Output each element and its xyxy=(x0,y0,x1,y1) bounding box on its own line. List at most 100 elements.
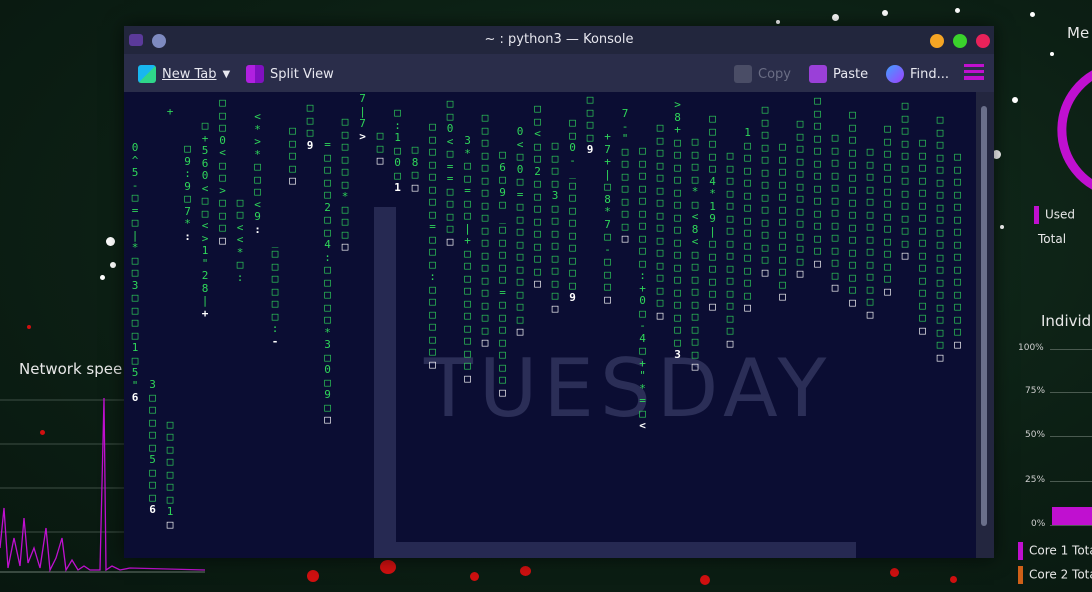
matrix-glyph: 5 xyxy=(201,144,209,157)
hamburger-menu-button[interactable] xyxy=(964,64,984,80)
matrix-glyph: □ xyxy=(534,277,541,290)
matrix-glyph: □ xyxy=(481,336,489,349)
matrix-glyph: □ xyxy=(954,337,961,351)
find-button[interactable]: Find... xyxy=(886,65,949,83)
matrix-glyph: □ xyxy=(464,284,471,297)
matrix-glyph xyxy=(165,256,175,269)
blood-splatter xyxy=(470,572,479,581)
matrix-glyph: □ xyxy=(411,168,419,181)
matrix-glyph: □ xyxy=(604,292,611,306)
matrix-glyph xyxy=(235,184,245,197)
matrix-glyph: □ xyxy=(884,222,891,235)
matrix-glyph: □ xyxy=(131,266,139,279)
matrix-glyph: □ xyxy=(691,260,699,273)
matrix-glyph: □ xyxy=(919,161,926,174)
matrix-glyph: □ xyxy=(726,199,734,212)
matrix-glyph: □ xyxy=(796,192,804,205)
terminal-area[interactable]: TUESDAY 0 ^ 5- □ = □ | * □ □ 3 □ □ □ □ 1 □ 5 " 6 3 □ □ □ □ □ 5 □ □ □… xyxy=(124,92,976,558)
matrix-glyph xyxy=(165,281,175,294)
matrix-glyph xyxy=(130,117,140,130)
matrix-glyph: □ xyxy=(814,256,821,270)
matrix-glyph: □ xyxy=(306,126,314,139)
core2-swatch xyxy=(1018,566,1023,584)
maximize-button[interactable] xyxy=(953,34,967,48)
matrix-glyph: □ xyxy=(831,156,839,169)
matrix-glyph: □ xyxy=(446,234,454,248)
copy-button[interactable]: Copy xyxy=(734,65,791,83)
matrix-glyph: □ xyxy=(429,295,436,308)
matrix-glyph: 5 xyxy=(131,166,139,179)
matrix-glyph: □ xyxy=(376,154,384,167)
matrix-column: □ □ □ □ □ 4 * 1 9 | □ □ □ □ □ □ xyxy=(708,112,718,313)
matrix-glyph: + xyxy=(166,105,174,118)
scrollbar[interactable] xyxy=(976,92,994,558)
matrix-glyph: 0 xyxy=(394,156,401,169)
find-label: Find... xyxy=(910,66,950,82)
matrix-glyph: 9 xyxy=(254,210,261,223)
matrix-glyph xyxy=(165,181,175,194)
matrix-column: □ □ □ □ □ □ □ □ = □ □ □: □ □ □ □ □ □ □ xyxy=(428,120,438,371)
memory-widget-title: Me xyxy=(1067,24,1090,42)
matrix-glyph: 3 xyxy=(149,378,156,391)
cpu-legend-core2: Core 2 Tota xyxy=(1018,566,1092,584)
snow-particle xyxy=(776,20,780,24)
matrix-glyph: □ xyxy=(726,274,734,287)
konsole-window[interactable]: ~ : python3 — Konsole New Tab ▼ Split Vi… xyxy=(124,26,994,558)
matrix-glyph: □ xyxy=(901,224,909,237)
matrix-glyph: □ xyxy=(831,256,839,269)
blood-splatter xyxy=(307,570,319,582)
matrix-glyph xyxy=(270,198,280,211)
matrix-glyph: > xyxy=(359,129,366,143)
blood-splatter xyxy=(700,575,710,585)
matrix-column: 0 ^ 5- □ = □ | * □ □ 3 □ □ □ □ 1 □ 5 " 6 xyxy=(130,92,140,405)
title-bar[interactable]: ~ : python3 — Konsole xyxy=(124,26,994,54)
matrix-glyph: □ xyxy=(516,150,524,163)
matrix-glyph: □ xyxy=(779,190,786,203)
matrix-glyph: □ xyxy=(866,270,874,283)
matrix-glyph: □ xyxy=(884,247,891,260)
split-view-button[interactable]: Split View xyxy=(246,65,334,83)
matrix-glyph: " xyxy=(639,369,646,382)
matrix-column: □ □ □ □ □ □ □ □ □ □ □ □ □ □ □ □ xyxy=(953,150,963,351)
matrix-glyph: □ xyxy=(709,137,716,150)
matrix-glyph: □ xyxy=(779,140,786,153)
close-button[interactable] xyxy=(976,34,990,48)
matrix-glyph: □ xyxy=(814,219,821,232)
matrix-glyph: □ xyxy=(481,286,489,299)
matrix-glyph: □ xyxy=(936,188,944,201)
matrix-glyph: □ xyxy=(884,147,891,160)
matrix-column: □ 9:9 □ 7 *: xyxy=(183,142,193,243)
matrix-glyph: □ xyxy=(849,295,856,309)
matrix-glyph: □ xyxy=(919,286,926,299)
matrix-glyph: □ xyxy=(481,236,489,249)
matrix-column: 3 * □ □ = □ □ | + □ □ □ □ □ □ □ □ □ □ □ xyxy=(463,134,473,385)
matrix-glyph: □ xyxy=(919,323,926,337)
matrix-glyph: 7 xyxy=(359,92,366,105)
blood-splatter xyxy=(380,560,396,574)
scrollbar-thumb[interactable] xyxy=(981,106,987,526)
matrix-glyph: □ xyxy=(481,261,489,274)
matrix-glyph: □ xyxy=(849,258,856,271)
matrix-glyph: - xyxy=(639,319,646,332)
matrix-glyph: □ xyxy=(271,247,279,260)
matrix-glyph: □ xyxy=(726,149,734,162)
memory-legend-total: Total xyxy=(1038,232,1066,246)
matrix-glyph: □ xyxy=(166,480,174,493)
minimize-button[interactable] xyxy=(930,34,944,48)
matrix-glyph: □ xyxy=(866,170,874,183)
matrix-column: □ □ □ □ 9 xyxy=(585,93,595,157)
new-tab-button[interactable]: New Tab ▼ xyxy=(138,65,230,83)
tick-75: 75% xyxy=(1025,386,1046,396)
matrix-glyph: □ xyxy=(936,163,944,176)
paste-button[interactable]: Paste xyxy=(809,65,868,83)
matrix-glyph: □ xyxy=(779,265,786,278)
matrix-glyph: □ xyxy=(709,112,716,125)
matrix-glyph: □ xyxy=(849,208,856,221)
chevron-down-icon[interactable]: ▼ xyxy=(223,69,231,80)
matrix-glyph: □ xyxy=(534,202,541,215)
matrix-glyph: □ xyxy=(516,325,524,338)
network-widget-title: Network spee xyxy=(19,360,123,378)
matrix-glyph: □ xyxy=(744,201,751,214)
matrix-glyph: □ xyxy=(201,119,209,132)
matrix-column: □ □ □ □ □ □ □ □ □ □ □ □ □ □ □ □ xyxy=(848,108,858,309)
